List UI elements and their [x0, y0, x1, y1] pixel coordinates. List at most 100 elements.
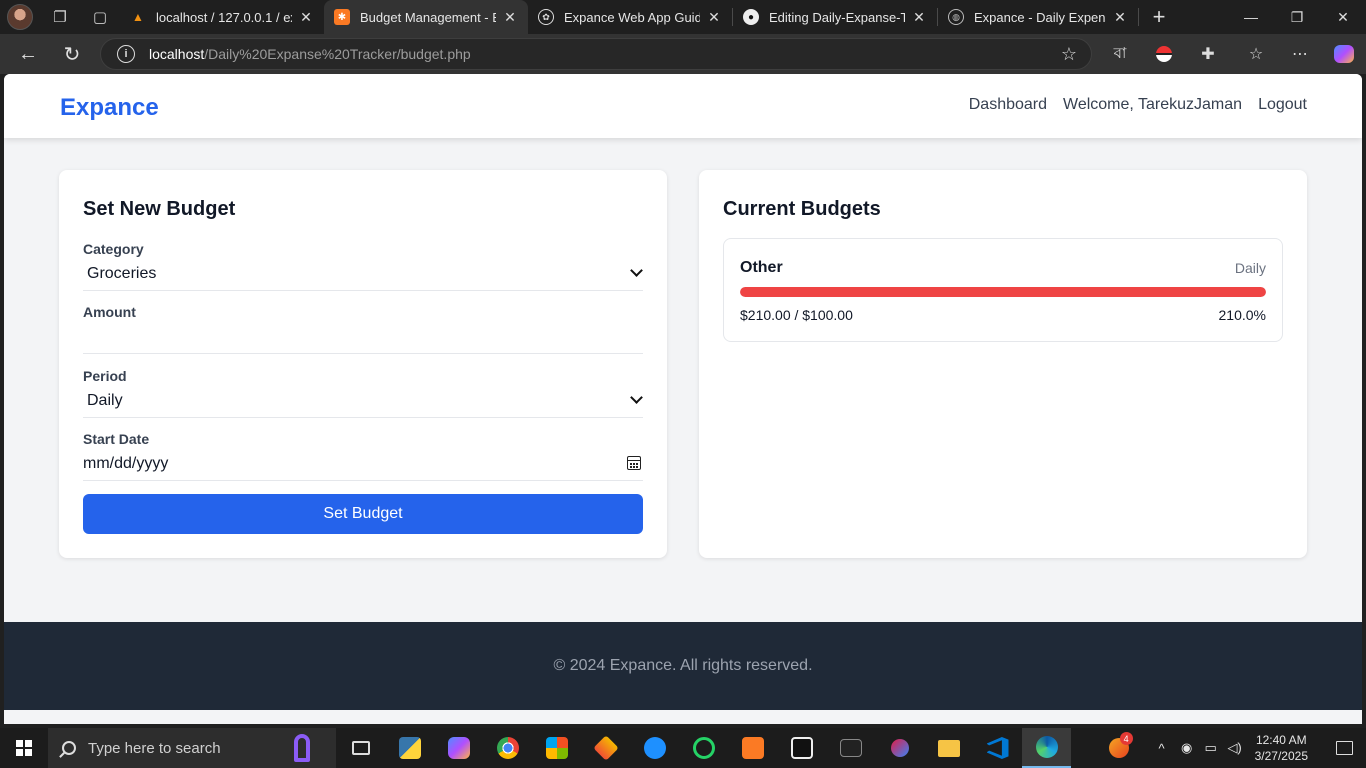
- app-a-icon[interactable]: [630, 728, 679, 768]
- set-budget-card: Set New Budget Category Groceries Amount…: [59, 170, 667, 558]
- amount-input[interactable]: [83, 320, 643, 354]
- clock-time: 12:40 AM: [1255, 733, 1307, 747]
- whatsapp-icon[interactable]: [679, 728, 728, 768]
- browser-tab-phpmyadmin[interactable]: ▲ localhost / 127.0.0.1 / expa ✕: [120, 0, 324, 34]
- snipping-tool-icon[interactable]: [875, 728, 924, 768]
- chrome-icon[interactable]: [483, 728, 532, 768]
- volume-icon[interactable]: ◁): [1223, 740, 1247, 756]
- tab-label: Expance Web App Guide: [564, 9, 700, 25]
- phpmyadmin-icon: ▲: [132, 10, 144, 24]
- period-select[interactable]: Daily: [83, 384, 643, 418]
- new-tab-button[interactable]: +: [1139, 4, 1179, 30]
- calendar-icon[interactable]: [627, 456, 641, 470]
- tab-actions-icon[interactable]: ▢: [80, 0, 120, 34]
- close-tab-icon[interactable]: ✕: [706, 9, 722, 26]
- site-info-icon[interactable]: i: [117, 45, 135, 63]
- nav-dashboard-link[interactable]: Dashboard: [969, 96, 1047, 114]
- budget-percent: 210.0%: [1218, 307, 1266, 323]
- meet-now-icon[interactable]: ◉: [1175, 740, 1199, 756]
- current-budgets-card: Current Budgets Other Daily $210.00 / $1…: [699, 170, 1307, 558]
- terminal-icon[interactable]: [826, 728, 875, 768]
- favorite-star-icon[interactable]: ☆: [1061, 44, 1077, 65]
- current-budgets-title: Current Budgets: [723, 198, 881, 220]
- tray-app-icon[interactable]: 4: [1099, 732, 1139, 758]
- close-window-icon[interactable]: ✕: [1320, 0, 1366, 34]
- category-select[interactable]: Groceries: [83, 257, 643, 291]
- notifications-icon[interactable]: [1322, 741, 1366, 755]
- xampp-app-icon[interactable]: [728, 728, 777, 768]
- box-app-icon[interactable]: [777, 728, 826, 768]
- file-explorer-icon[interactable]: [924, 728, 973, 768]
- page-viewport: Expance Dashboard Welcome, TarekuzJaman …: [4, 74, 1362, 724]
- welcome-text: Welcome, TarekuzJaman: [1063, 96, 1243, 113]
- copilot-icon[interactable]: [1322, 34, 1366, 74]
- browser-tab-expance[interactable]: ◍ Expance - Daily Expense Tr ✕: [938, 0, 1138, 34]
- search-icon: [62, 741, 76, 755]
- chevron-down-icon: [630, 264, 643, 277]
- refresh-icon[interactable]: ↻: [50, 34, 94, 74]
- budget-category: Other: [740, 259, 783, 276]
- more-menu-icon[interactable]: ⋯: [1278, 34, 1322, 74]
- network-icon[interactable]: ▭: [1199, 740, 1223, 756]
- footer-text: © 2024 Expance. All rights reserved.: [553, 657, 813, 674]
- back-arrow-icon[interactable]: ←: [6, 34, 50, 74]
- close-tab-icon[interactable]: ✕: [1112, 9, 1128, 26]
- favorites-icon[interactable]: ☆: [1234, 34, 1278, 74]
- git-icon[interactable]: [581, 728, 630, 768]
- notification-badge: 4: [1119, 732, 1133, 745]
- edge-icon[interactable]: [1022, 728, 1071, 768]
- browser-tab-bar: ❐ ▢ ▲ localhost / 127.0.0.1 / expa ✕ ✱ B…: [0, 0, 1366, 34]
- chevron-down-icon: [630, 391, 643, 404]
- xampp-icon: ✱: [334, 9, 350, 25]
- microsoft-store-icon[interactable]: [532, 728, 581, 768]
- clock-date: 3/27/2025: [1254, 749, 1308, 763]
- windows-taskbar: Type here to search 4 ^ ◉ ▭ ◁) 12:40 AM …: [0, 728, 1366, 768]
- site-footer: © 2024 Expance. All rights reserved.: [4, 622, 1362, 710]
- period-value: Daily: [87, 391, 123, 409]
- start-date-label: Start Date: [83, 431, 150, 447]
- period-label: Period: [83, 368, 127, 384]
- budget-item: Other Daily $210.00 / $100.00 210.0%: [723, 238, 1283, 342]
- close-tab-icon[interactable]: ✕: [911, 9, 927, 26]
- workspaces-icon[interactable]: ❐: [40, 0, 80, 34]
- site-navbar: Expance Dashboard Welcome, TarekuzJaman …: [4, 74, 1362, 138]
- set-budget-title: Set New Budget: [83, 198, 236, 220]
- chevron-up-icon[interactable]: ^: [1149, 741, 1175, 756]
- windows-logo-icon: [16, 740, 32, 756]
- restore-icon[interactable]: ❐: [1274, 0, 1320, 34]
- browser-tab-budget[interactable]: ✱ Budget Management - Exp ✕: [324, 0, 528, 34]
- address-bar[interactable]: i localhost/Daily%20Expanse%20Tracker/bu…: [100, 38, 1092, 70]
- extensions-puzzle-icon[interactable]: ✚: [1186, 34, 1230, 74]
- vscode-icon[interactable]: [973, 728, 1022, 768]
- budget-period: Daily: [1234, 260, 1266, 276]
- set-budget-button[interactable]: Set Budget: [83, 494, 643, 534]
- profile-button[interactable]: [0, 0, 40, 34]
- python-icon[interactable]: [385, 728, 434, 768]
- chatgpt-icon: ✿: [538, 9, 554, 25]
- language-indicator[interactable]: বা: [1098, 34, 1142, 74]
- taskbar-search-placeholder: Type here to search: [88, 739, 221, 757]
- tab-label: localhost / 127.0.0.1 / expa: [156, 9, 292, 25]
- close-tab-icon[interactable]: ✕: [298, 9, 314, 26]
- close-tab-icon[interactable]: ✕: [502, 9, 518, 26]
- budget-progress-fill: [740, 287, 1266, 297]
- profile-avatar: [7, 4, 33, 30]
- github-icon: ●: [743, 9, 759, 25]
- start-date-value: mm/dd/yyyy: [83, 454, 169, 472]
- browser-tab-guide[interactable]: ✿ Expance Web App Guide ✕: [528, 0, 732, 34]
- budget-amount: $210.00 / $100.00: [740, 307, 853, 323]
- start-button[interactable]: [0, 728, 48, 768]
- browser-tab-github[interactable]: ● Editing Daily-Expanse-Track ✕: [733, 0, 937, 34]
- brand-logo[interactable]: Expance: [60, 94, 159, 122]
- start-date-input[interactable]: mm/dd/yyyy: [83, 447, 643, 481]
- pokeball-extension-icon[interactable]: [1142, 34, 1186, 74]
- minimize-icon[interactable]: —: [1228, 0, 1274, 34]
- task-view-icon[interactable]: [336, 728, 385, 768]
- nav-logout-link[interactable]: Logout: [1258, 96, 1307, 114]
- copilot-app-icon[interactable]: [434, 728, 483, 768]
- globe-icon: ◍: [948, 9, 964, 25]
- taskbar-search[interactable]: Type here to search: [48, 728, 336, 768]
- tab-label: Expance - Daily Expense Tr: [974, 9, 1106, 25]
- address-url: localhost/Daily%20Expanse%20Tracker/budg…: [149, 46, 471, 62]
- clock[interactable]: 12:40 AM 3/27/2025: [1255, 732, 1308, 764]
